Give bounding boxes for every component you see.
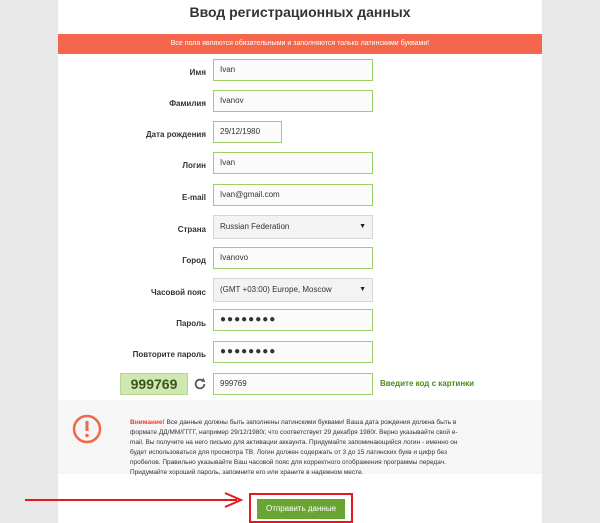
birth-date-input[interactable]: 29/12/1980	[213, 121, 282, 143]
timezone-select[interactable]: (GMT +03:00) Europe, Moscow ▼	[213, 278, 373, 302]
warning-text: Внимание! Все данные должны быть заполне…	[130, 418, 470, 478]
city-input[interactable]: Ivanovo	[213, 247, 373, 269]
repeat-password-masked-value: ●●●●●●●●	[220, 346, 277, 357]
timezone-label: Часовой пояс	[151, 288, 206, 297]
dropdown-arrow-icon: ▼	[359, 286, 366, 293]
warning-attention-label: Внимание!	[130, 419, 165, 426]
country-select[interactable]: Russian Federation ▼	[213, 215, 373, 239]
birth-date-label: Дата рождения	[145, 130, 206, 139]
email-label: E-mail	[181, 193, 206, 202]
submit-button[interactable]: Отправить данные	[257, 499, 345, 519]
country-label: Страна	[177, 225, 206, 234]
first-name-label: Имя	[189, 68, 206, 77]
city-label: Город	[182, 256, 206, 265]
captcha-input[interactable]: 999769	[213, 373, 373, 395]
required-notice-banner: Все поля являются обязательными и заполн…	[58, 34, 542, 54]
country-value: Russian Federation	[220, 222, 290, 231]
dropdown-arrow-icon: ▼	[359, 223, 366, 230]
timezone-value: (GMT +03:00) Europe, Moscow	[220, 285, 332, 294]
password-label: Пароль	[176, 319, 206, 328]
pointer-arrow-icon	[25, 492, 244, 508]
last-name-label: Фамилия	[169, 99, 206, 108]
login-input[interactable]: Ivan	[213, 152, 373, 174]
login-label: Логин	[182, 161, 206, 170]
captcha-hint: Введите код с картинки	[380, 379, 475, 388]
password-input[interactable]: ●●●●●●●●	[213, 309, 373, 331]
repeat-password-input[interactable]: ●●●●●●●●	[213, 341, 373, 363]
exclamation-icon	[72, 414, 102, 444]
email-input[interactable]: Ivan@gmail.com	[213, 184, 373, 206]
captcha-image: 999769	[120, 373, 188, 395]
repeat-password-label: Повторите пароль	[132, 350, 206, 359]
last-name-input[interactable]: Ivanov	[213, 90, 373, 112]
first-name-input[interactable]: Ivan	[213, 59, 373, 81]
refresh-captcha-icon[interactable]	[193, 377, 207, 391]
page-title: Ввод регистрационных данных	[189, 4, 411, 20]
warning-body: Все данные должны быть заполнены латинск…	[130, 419, 458, 476]
password-masked-value: ●●●●●●●●	[220, 314, 277, 325]
